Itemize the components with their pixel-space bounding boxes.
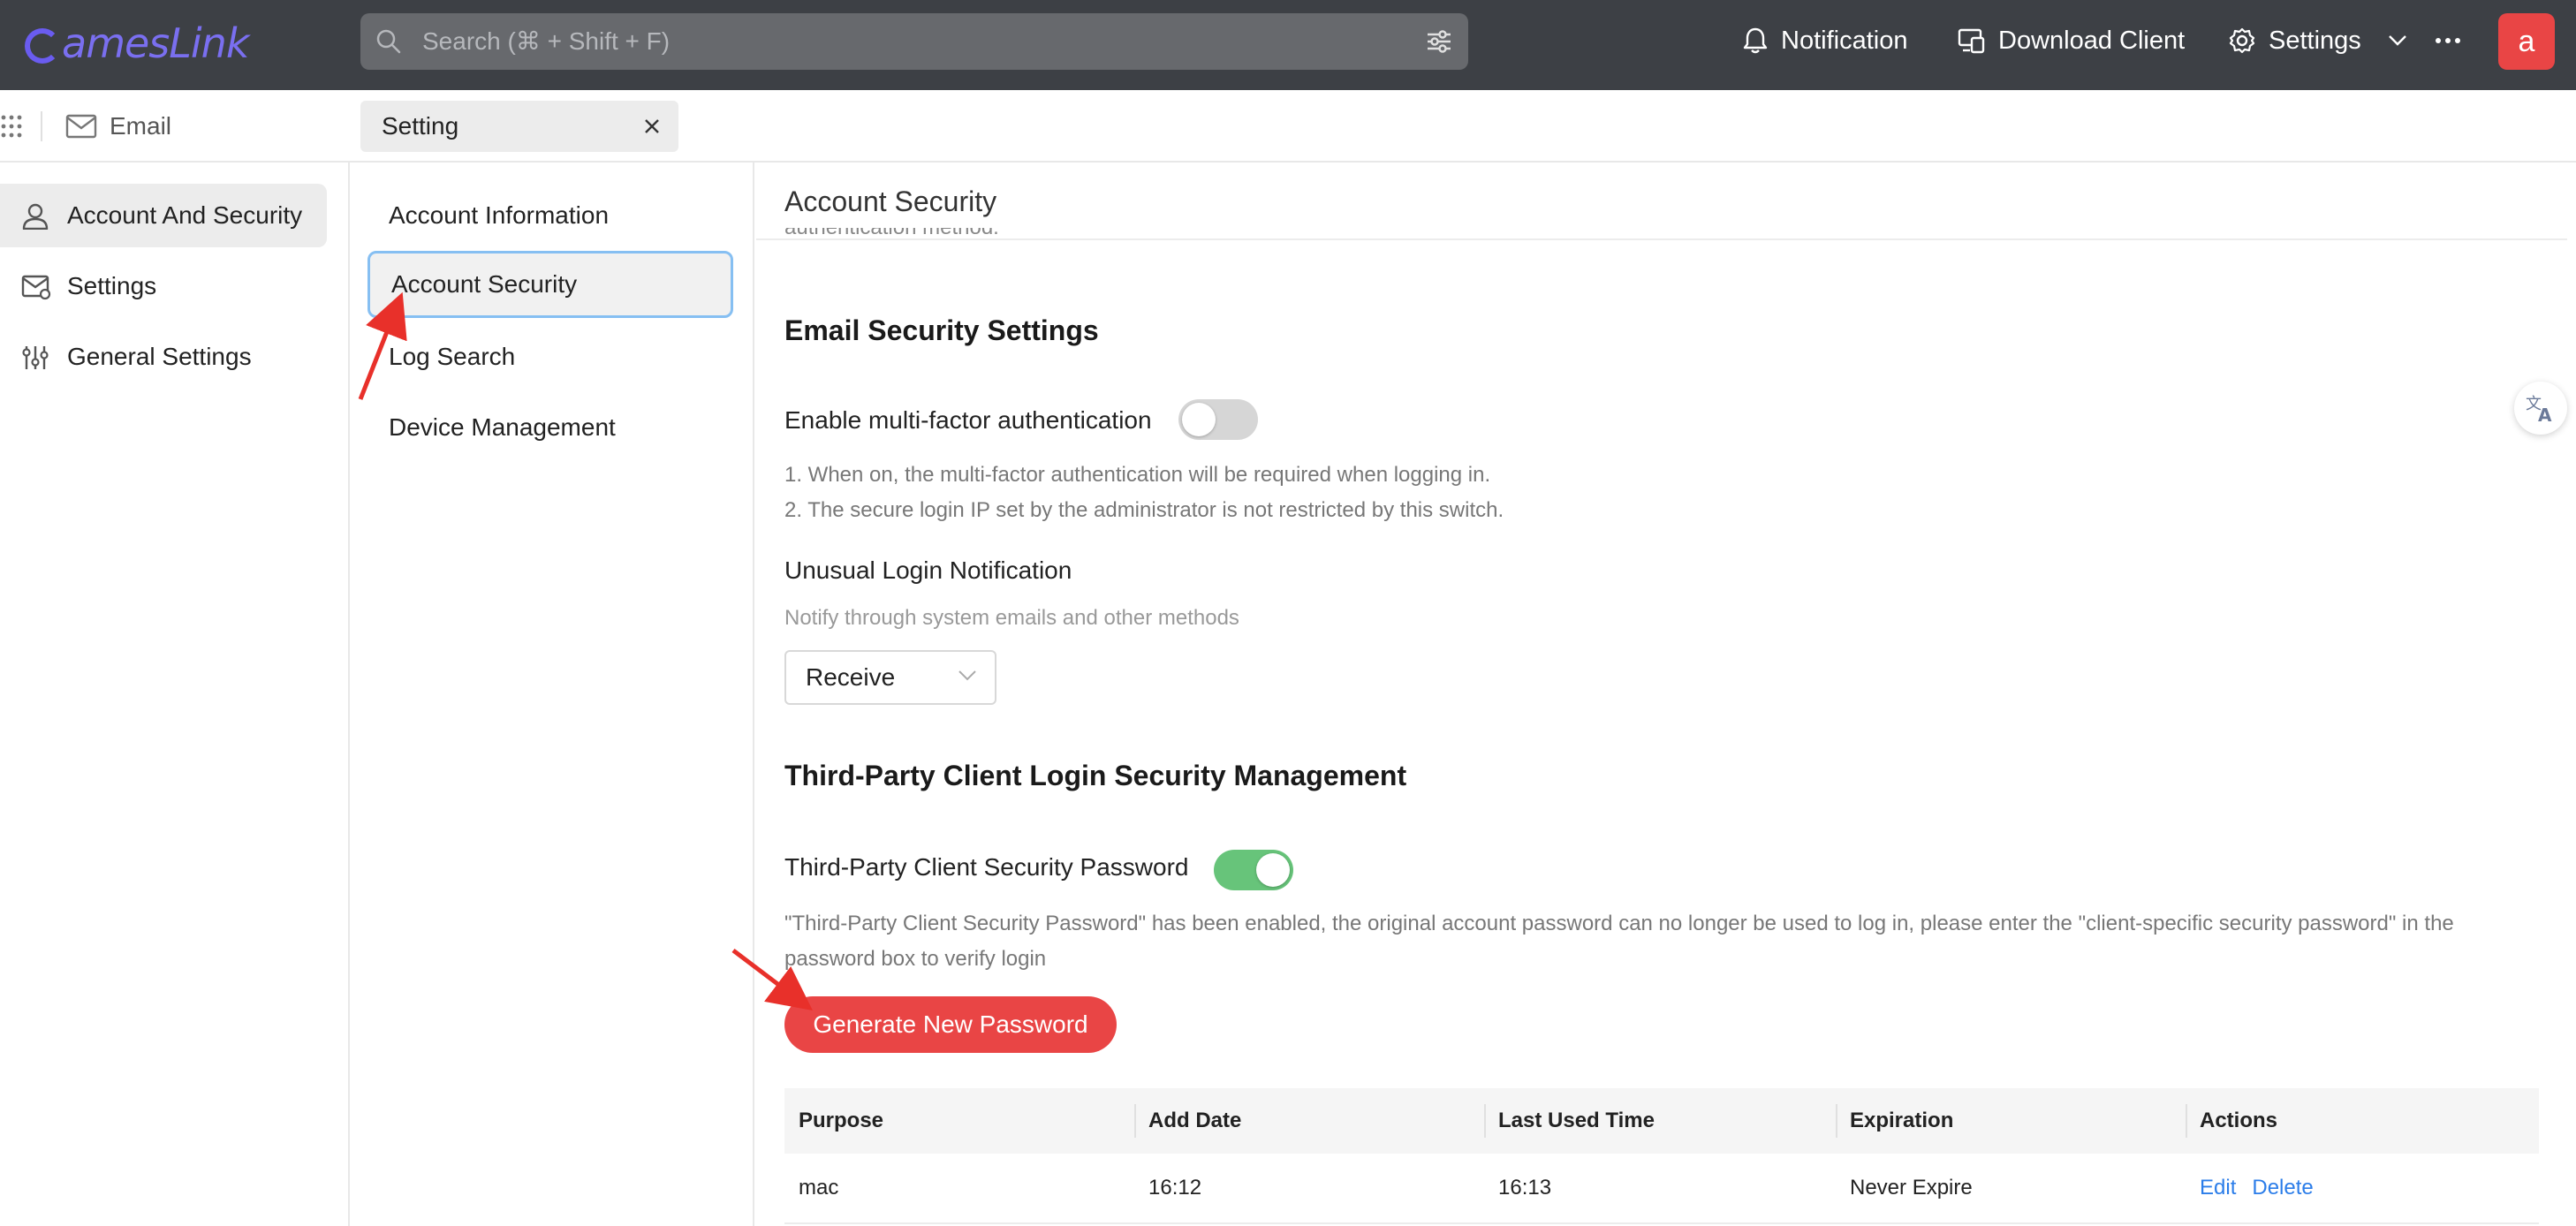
- cell-actions: Edit Delete: [2186, 1154, 2539, 1222]
- edit-link[interactable]: Edit: [2200, 1176, 2236, 1200]
- mail-settings-icon: [21, 275, 51, 300]
- settings-label: Settings: [2269, 26, 2361, 55]
- delete-link[interactable]: Delete: [2252, 1176, 2313, 1200]
- subnav-account-security[interactable]: Account Security: [367, 251, 733, 318]
- table-row: mac 16:12 16:13 Never Expire Edit Delete: [784, 1154, 2539, 1224]
- cell-expiration: Never Expire: [1850, 1176, 1973, 1200]
- svg-text:A: A: [2538, 405, 2552, 423]
- third-party-heading: Third-Party Client Login Security Manage…: [784, 760, 1407, 791]
- unusual-login-value: Receive: [806, 663, 896, 691]
- search-input[interactable]: Search (⌘ + Shift + F): [422, 27, 670, 56]
- subnav-account-information[interactable]: Account Information: [367, 182, 733, 249]
- close-icon[interactable]: [643, 117, 661, 135]
- sidebar-item-settings[interactable]: Settings: [0, 254, 327, 318]
- translate-button[interactable]: 文 A: [2514, 382, 2567, 435]
- generate-new-password-button[interactable]: Generate New Password: [784, 996, 1117, 1053]
- notification-label: Notification: [1781, 26, 1908, 55]
- filter-icon[interactable]: [1426, 29, 1452, 54]
- column-header-last-used: Last Used Time: [1498, 1109, 1655, 1132]
- third-party-password-label: Third-Party Client Security Password: [784, 853, 1189, 881]
- column-header-add-date: Add Date: [1148, 1109, 1242, 1132]
- unusual-login-select[interactable]: Receive: [784, 650, 996, 705]
- email-security-heading: Email Security Settings: [784, 314, 1099, 346]
- notification-button[interactable]: Notification: [1742, 23, 1907, 58]
- devices-icon: [1958, 28, 1985, 54]
- mfa-label: Enable multi-factor authentication: [784, 406, 1152, 434]
- email-app-link[interactable]: Email: [65, 110, 171, 143]
- column-header-actions: Actions: [2200, 1109, 2278, 1132]
- tab-setting-label: Setting: [382, 112, 459, 140]
- unusual-login-label: Unusual Login Notification: [784, 556, 1072, 584]
- chevron-down-icon: [2388, 35, 2406, 46]
- unusual-login-note: Notify through system emails and other m…: [784, 606, 1239, 630]
- chevron-down-icon: [958, 670, 976, 681]
- mfa-toggle[interactable]: [1178, 399, 1258, 440]
- subnav-device-management[interactable]: Device Management: [367, 394, 733, 461]
- page-title: Account Security: [784, 185, 997, 217]
- mfa-note-1: 1. When on, the multi-factor authenticat…: [784, 463, 1491, 487]
- top-bar: amesLink Search (⌘ + Shift + F) Notifica…: [0, 0, 2576, 90]
- sidebar-item-label: Account And Security: [67, 201, 303, 229]
- column-header-expiration: Expiration: [1850, 1109, 1954, 1132]
- cell-last-used: 16:13: [1498, 1176, 1552, 1200]
- app-tab-bar: Email Setting: [0, 90, 2576, 163]
- avatar[interactable]: a: [2498, 13, 2555, 70]
- subnav-log-search[interactable]: Log Search: [367, 323, 733, 390]
- gear-icon: [2229, 27, 2255, 54]
- sidebar-item-general-settings[interactable]: General Settings: [0, 325, 327, 389]
- bell-icon: [1743, 27, 1768, 54]
- divider: [41, 111, 42, 141]
- logo-mark-icon: [25, 28, 60, 64]
- app-logo[interactable]: amesLink: [25, 16, 249, 71]
- sub-navigation: Account Information Account Security Log…: [350, 163, 754, 1226]
- sidebar-item-account-and-security[interactable]: Account And Security: [0, 184, 327, 247]
- cell-add-date: 16:12: [1148, 1176, 1202, 1200]
- search-bar[interactable]: Search (⌘ + Shift + F): [360, 13, 1468, 70]
- more-horizontal-icon: [2436, 38, 2460, 43]
- main-content: Account Security authentication method. …: [756, 163, 2576, 1226]
- download-client-button[interactable]: Download Client: [1958, 23, 2185, 58]
- translate-icon: 文 A: [2526, 395, 2552, 423]
- table-header: Purpose Add Date Last Used Time Expirati…: [784, 1088, 2539, 1154]
- scrolled-text: authentication method.: [784, 228, 999, 238]
- more-button[interactable]: [2435, 23, 2474, 58]
- mfa-note-2: 2. The secure login IP set by the admini…: [784, 498, 1504, 522]
- sidebar-item-label: Settings: [67, 272, 157, 299]
- settings-menu-button[interactable]: Settings: [2228, 23, 2407, 58]
- user-icon: [22, 203, 49, 230]
- third-party-note-line-2: password box to verify login: [784, 947, 1047, 971]
- sidebar-item-label: General Settings: [67, 343, 252, 370]
- tab-setting[interactable]: Setting: [360, 101, 678, 152]
- password-table: Purpose Add Date Last Used Time Expirati…: [784, 1088, 2539, 1224]
- cell-purpose: mac: [799, 1176, 839, 1200]
- logo-text: amesLink: [62, 19, 249, 67]
- column-header-purpose: Purpose: [799, 1109, 884, 1132]
- search-icon: [376, 29, 401, 54]
- sidebar: Account And Security Settings General Se…: [0, 163, 350, 1226]
- third-party-password-toggle[interactable]: [1214, 850, 1293, 890]
- third-party-note-line-1: "Third-Party Client Security Password" h…: [784, 912, 2454, 935]
- mail-icon: [65, 114, 97, 139]
- title-divider: [756, 238, 2567, 240]
- sliders-icon: [22, 346, 49, 369]
- email-label: Email: [110, 112, 172, 140]
- download-client-label: Download Client: [1998, 26, 2186, 55]
- apps-grid-icon[interactable]: [0, 113, 23, 140]
